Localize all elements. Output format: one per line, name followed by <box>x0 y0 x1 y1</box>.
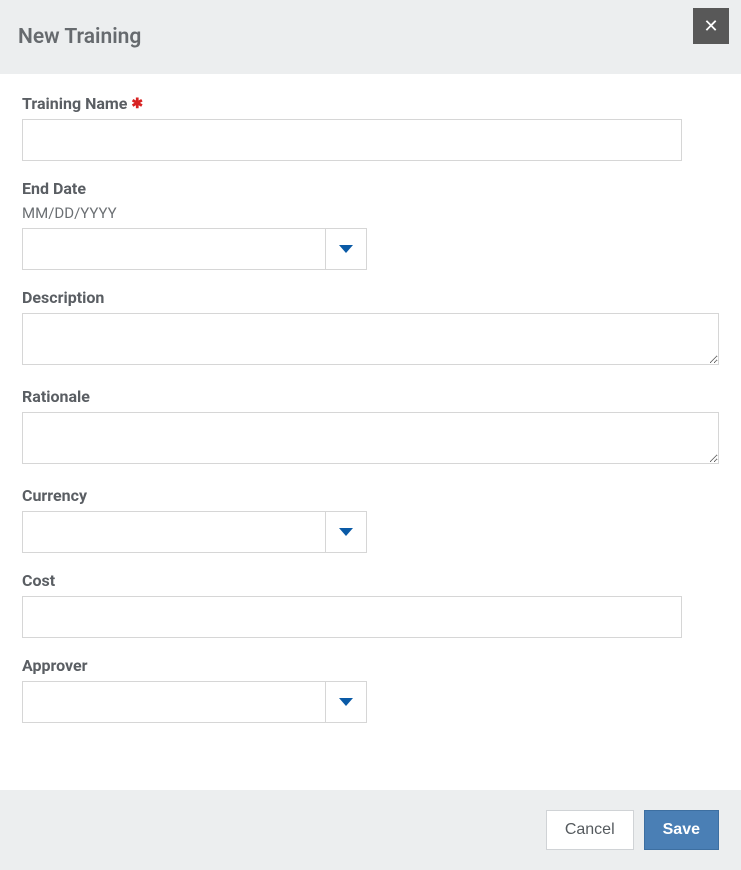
end-date-format-hint: MM/DD/YYYY <box>22 204 719 222</box>
close-icon: ✕ <box>703 17 718 35</box>
approver-input[interactable] <box>22 681 325 723</box>
close-button[interactable]: ✕ <box>693 8 729 44</box>
cancel-button[interactable]: Cancel <box>546 810 634 850</box>
chevron-down-icon <box>339 698 353 706</box>
rationale-label: Rationale <box>22 387 719 406</box>
chevron-down-icon <box>339 245 353 253</box>
modal-body: Training Name ✱ End Date MM/DD/YYYY Desc… <box>0 74 741 790</box>
description-label: Description <box>22 288 719 307</box>
cost-input[interactable] <box>22 596 682 638</box>
modal-header: New Training ✕ <box>0 0 741 74</box>
approver-combo <box>22 681 367 723</box>
modal-title: New Training <box>18 25 141 49</box>
cost-label: Cost <box>22 571 719 590</box>
new-training-modal: New Training ✕ Training Name ✱ End Date … <box>0 0 741 870</box>
save-button[interactable]: Save <box>644 810 719 850</box>
cost-group: Cost <box>22 571 719 638</box>
modal-footer: Cancel Save <box>0 790 741 870</box>
currency-combo <box>22 511 367 553</box>
currency-input[interactable] <box>22 511 325 553</box>
approver-label: Approver <box>22 656 719 675</box>
training-name-label-text: Training Name <box>22 94 127 113</box>
currency-label: Currency <box>22 486 719 505</box>
end-date-label: End Date <box>22 179 719 198</box>
description-group: Description <box>22 288 719 369</box>
end-date-combo <box>22 228 367 270</box>
currency-dropdown-button[interactable] <box>325 511 367 553</box>
chevron-down-icon <box>339 528 353 536</box>
end-date-picker-button[interactable] <box>325 228 367 270</box>
rationale-group: Rationale <box>22 387 719 468</box>
end-date-group: End Date MM/DD/YYYY <box>22 179 719 270</box>
rationale-input[interactable] <box>22 412 719 464</box>
required-icon: ✱ <box>131 96 143 112</box>
approver-group: Approver <box>22 656 719 723</box>
training-name-label: Training Name ✱ <box>22 94 719 113</box>
training-name-input[interactable] <box>22 119 682 161</box>
end-date-input[interactable] <box>22 228 325 270</box>
approver-dropdown-button[interactable] <box>325 681 367 723</box>
currency-group: Currency <box>22 486 719 553</box>
training-name-group: Training Name ✱ <box>22 94 719 161</box>
description-input[interactable] <box>22 313 719 365</box>
